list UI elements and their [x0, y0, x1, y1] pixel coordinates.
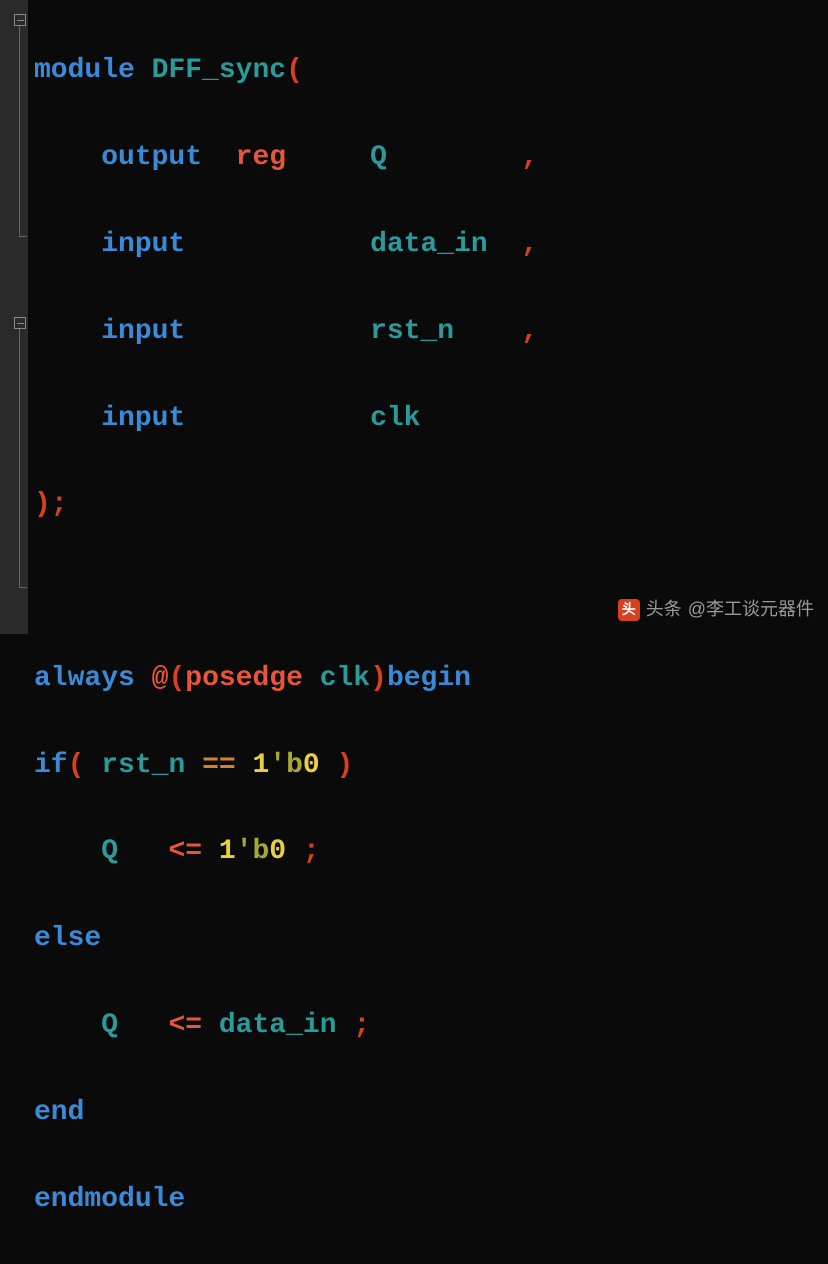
keyword-input: input	[101, 316, 185, 347]
at-symbol: @	[152, 663, 169, 694]
operator-eq: ==	[202, 750, 236, 781]
code-line: if( rst_n == 1'b0 )	[34, 744, 538, 787]
code-line: Q <= data_in ;	[34, 1004, 538, 1047]
signal-name: clk	[320, 663, 370, 694]
code-line: always @(posedge clk)begin	[34, 657, 538, 700]
literal-base: 'b	[236, 836, 270, 867]
paren-open: (	[68, 750, 85, 781]
keyword-end: end	[34, 1097, 84, 1128]
code-line: input rst_n ,	[34, 310, 538, 353]
signal-name: Q	[101, 1010, 118, 1041]
fold-marker-icon[interactable]	[14, 14, 26, 26]
comma: ,	[521, 229, 538, 260]
watermark-handle: @李工谈元器件	[688, 596, 814, 624]
operator-nonblocking: <=	[168, 836, 202, 867]
fold-line	[19, 329, 20, 587]
keyword-input: input	[101, 403, 185, 434]
keyword-output: output	[101, 142, 202, 173]
keyword-endmodule: endmodule	[34, 1184, 185, 1215]
code-line: input clk	[34, 397, 538, 440]
code-line	[34, 570, 538, 613]
semicolon: ;	[51, 489, 68, 520]
code-gutter	[0, 0, 28, 634]
signal-name: data_in	[370, 229, 488, 260]
keyword-posedge: posedge	[185, 663, 303, 694]
signal-name: Q	[370, 142, 387, 173]
comma: ,	[521, 316, 538, 347]
literal-width: 1	[252, 750, 269, 781]
watermark-label: 头条	[646, 596, 682, 624]
watermark: 头 头条 @李工谈元器件	[618, 596, 814, 624]
code-line: input data_in ,	[34, 223, 538, 266]
code-line: endmodule	[34, 1178, 538, 1221]
semicolon: ;	[353, 1010, 370, 1041]
code-line: output reg Q ,	[34, 136, 538, 179]
paren-close: )	[337, 750, 354, 781]
code-line: else	[34, 917, 538, 960]
operator-nonblocking: <=	[168, 1010, 202, 1041]
code-line: );	[34, 483, 538, 526]
literal-base: 'b	[269, 750, 303, 781]
keyword-else: else	[34, 923, 101, 954]
signal-name: Q	[101, 836, 118, 867]
code-line: Q <= 1'b0 ;	[34, 830, 538, 873]
module-name: DFF_sync	[152, 55, 286, 86]
keyword-always: always	[34, 663, 135, 694]
keyword-if: if	[34, 750, 68, 781]
signal-name: data_in	[219, 1010, 337, 1041]
paren-close: )	[370, 663, 387, 694]
fold-end-icon	[19, 587, 27, 588]
paren-open: (	[286, 55, 303, 86]
keyword-module: module	[34, 55, 135, 86]
literal-width: 1	[219, 836, 236, 867]
code-line: end	[34, 1091, 538, 1134]
watermark-icon: 头	[618, 599, 640, 621]
paren-close: )	[34, 489, 51, 520]
code-editor[interactable]: module DFF_sync( output reg Q , input da…	[34, 6, 538, 1264]
comma: ,	[521, 142, 538, 173]
semicolon: ;	[303, 836, 320, 867]
paren-open: (	[168, 663, 185, 694]
code-line: module DFF_sync(	[34, 49, 538, 92]
signal-name: rst_n	[370, 316, 454, 347]
fold-line	[19, 26, 20, 236]
signal-name: rst_n	[101, 750, 185, 781]
keyword-begin: begin	[387, 663, 471, 694]
signal-name: clk	[370, 403, 420, 434]
literal-value: 0	[303, 750, 320, 781]
keyword-input: input	[101, 229, 185, 260]
keyword-reg: reg	[236, 142, 286, 173]
fold-marker-icon[interactable]	[14, 317, 26, 329]
fold-end-icon	[19, 236, 27, 237]
literal-value: 0	[269, 836, 286, 867]
